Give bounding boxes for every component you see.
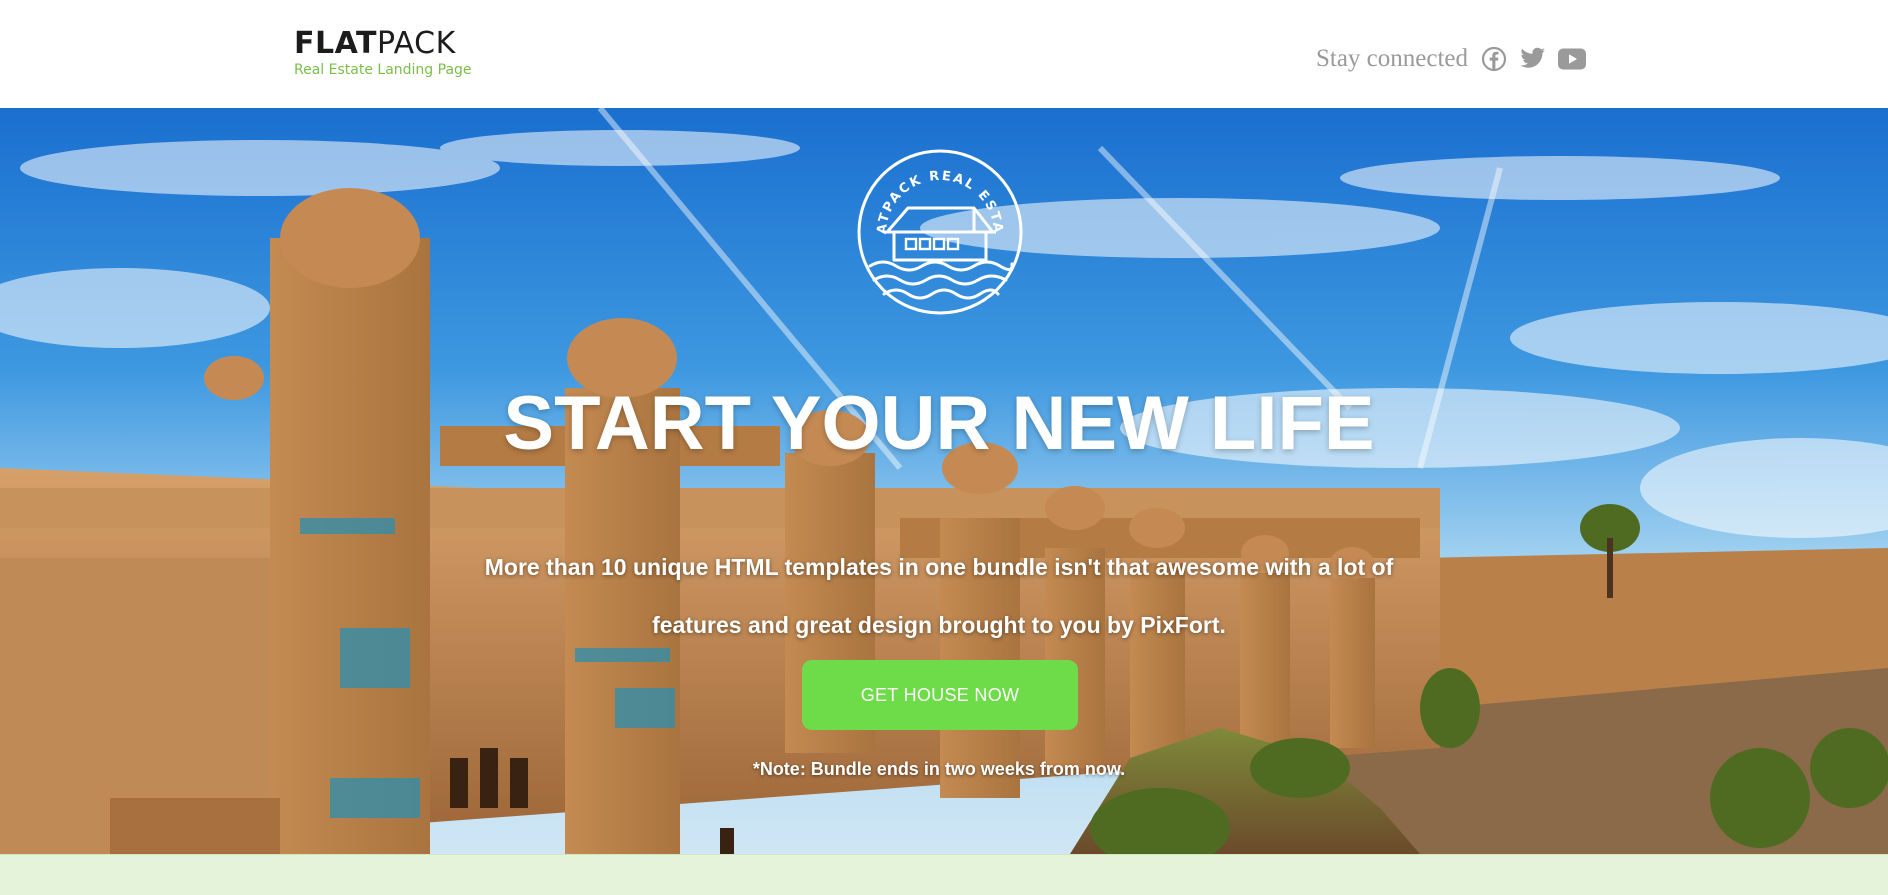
youtube-icon[interactable] <box>1557 44 1587 74</box>
get-house-now-button[interactable]: GET HOUSE NOW <box>802 660 1078 730</box>
hero-note: *Note: Bundle ends in two weeks from now… <box>752 759 1126 779</box>
twitter-icon[interactable] <box>1518 44 1548 74</box>
brand-subtitle: Real Estate Landing Page <box>294 62 472 78</box>
social-label: Stay connected <box>1315 45 1468 72</box>
brand-title-light: PACK <box>376 26 456 61</box>
hero-subtext: More than 10 unique HTML templates in on… <box>484 554 1394 638</box>
brand-title: FLATPACK <box>294 27 472 61</box>
brand-title-bold: FLAT <box>294 26 377 61</box>
svg-text:FLATPACK REAL ESTATE: FLATPACK REAL ESTATE <box>856 148 1005 235</box>
hero-headline: START YOUR NEW LIFE <box>503 381 1375 466</box>
hero-section: FLATPACK REAL ESTATE START Y <box>0 108 1888 854</box>
social-links: Stay connected <box>1316 42 1587 76</box>
site-header: FLATPACK Real Estate Landing Page Stay c… <box>0 0 1888 108</box>
badge-text: FLATPACK REAL ESTATE <box>856 148 1003 235</box>
facebook-icon[interactable] <box>1479 44 1509 74</box>
hero-content: FLATPACK REAL ESTATE START Y <box>0 108 1888 854</box>
real-estate-badge-logo: FLATPACK REAL ESTATE <box>856 148 1023 315</box>
brand-logo[interactable]: FLATPACK Real Estate Landing Page <box>294 27 472 79</box>
next-section-strip <box>0 854 1888 895</box>
